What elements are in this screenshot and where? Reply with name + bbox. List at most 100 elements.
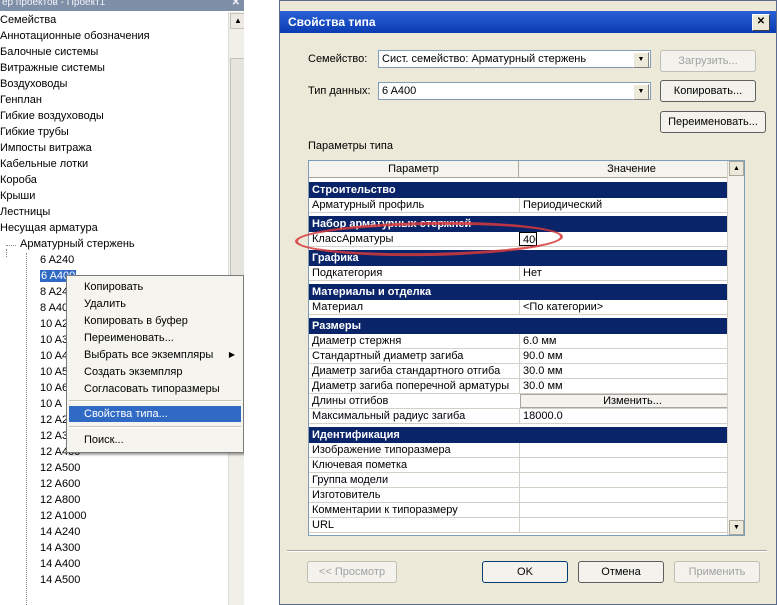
close-icon[interactable]: ✕	[752, 14, 770, 31]
scroll-up-icon[interactable]: ▲	[729, 161, 744, 176]
family-label: Семейство:	[308, 53, 368, 65]
param-row[interactable]: URL	[309, 518, 744, 533]
group-identification[interactable]: Идентификация⌃	[309, 427, 744, 443]
group-graphics[interactable]: Графика⌃	[309, 250, 744, 266]
tree-item[interactable]: 10 A3	[40, 332, 68, 348]
preview-button[interactable]: << Просмотр	[307, 561, 397, 583]
tree-item[interactable]: Несущая арматура	[0, 220, 98, 236]
tree-item[interactable]: 12 A1000	[40, 508, 87, 524]
cancel-button[interactable]: Отмена	[578, 561, 664, 583]
menu-separator	[69, 426, 241, 428]
param-row[interactable]: Длины отгибов Изменить...	[309, 394, 744, 409]
dialog-title: Свойства типа	[288, 15, 376, 29]
apply-button[interactable]: Применить	[674, 561, 760, 583]
group-dimensions[interactable]: Размеры⌃	[309, 318, 744, 334]
type-parameters-grid: Параметр Значение Строительство⌃ Арматур…	[308, 160, 745, 536]
param-row[interactable]: Изображение типоразмера	[309, 443, 744, 458]
menu-item-copy-clipboard[interactable]: Копировать в буфер	[69, 313, 241, 329]
tree-item[interactable]: 10 A2	[40, 316, 68, 332]
menu-item-search[interactable]: Поиск...	[69, 432, 241, 448]
copy-button[interactable]: Копировать...	[660, 80, 756, 102]
tree-item[interactable]: Гибкие трубы	[0, 124, 69, 140]
load-button[interactable]: Загрузить...	[660, 50, 756, 72]
tree-item[interactable]: 12 A600	[40, 476, 80, 492]
submenu-arrow-icon: ▶	[228, 350, 235, 359]
menu-item-copy[interactable]: Копировать	[69, 279, 241, 295]
menu-item-delete[interactable]: Удалить	[69, 296, 241, 312]
tree-item[interactable]: Гибкие воздуховоды	[0, 108, 104, 124]
param-row[interactable]: Диаметр загиба поперечной арматуры 30.0 м…	[309, 379, 744, 394]
browser-title-bar: ер проектов - Проект1 ✕	[0, 0, 244, 11]
tree-item[interactable]: 12 A2	[40, 412, 68, 428]
tree-item[interactable]: Крыши	[0, 188, 35, 204]
dialog-title-bar: Свойства типа ✕	[280, 11, 776, 33]
group-rebar-set[interactable]: Набор арматурных стержней⌃	[309, 216, 744, 232]
param-row[interactable]: Диаметр загиба стандартного отгиба 30.0 м…	[309, 364, 744, 379]
scroll-thumb[interactable]	[230, 58, 245, 310]
tree-item[interactable]: 14 A240	[40, 524, 80, 540]
tree-item[interactable]: 8 A40	[40, 300, 68, 316]
params-label: Параметры типа	[308, 140, 393, 152]
tree-item[interactable]: 14 A300	[40, 540, 80, 556]
tree-item[interactable]: Арматурный стержень	[0, 236, 135, 252]
grid-scrollbar[interactable]: ▲ ▼	[727, 161, 744, 535]
param-row[interactable]: Группа модели	[309, 473, 744, 488]
rebar-class-input[interactable]: 400	[519, 232, 537, 246]
tree-item[interactable]: 8 A24	[40, 284, 68, 300]
tree-item[interactable]: Импосты витража	[0, 140, 92, 156]
param-row[interactable]: Арматурный профиль Периодический	[309, 198, 744, 213]
panel-gap	[244, 0, 250, 605]
close-icon[interactable]: ✕	[232, 0, 240, 8]
type-label: Тип данных:	[308, 85, 371, 97]
dialog-frame	[280, 1, 776, 11]
tree-item[interactable]: 14 A500	[40, 572, 80, 588]
group-materials[interactable]: Материалы и отделка⌃	[309, 284, 744, 300]
tree-item[interactable]: 14 A400	[40, 556, 80, 572]
tree-item[interactable]: 6 A240	[40, 252, 74, 268]
menu-item-select-all[interactable]: Выбрать все экземпляры ▶	[69, 347, 241, 363]
tree-item[interactable]: 12 A800	[40, 492, 80, 508]
tree-item[interactable]: Семейства	[0, 12, 56, 28]
menu-item-type-properties[interactable]: Свойства типа...	[69, 406, 241, 422]
tree-item[interactable]: Аннотационные обозначения	[0, 28, 150, 44]
tree-item[interactable]: Генплан	[0, 92, 42, 108]
tree-item[interactable]: 10 A	[40, 396, 62, 412]
browser-title: ер проектов - Проект1	[2, 0, 106, 8]
param-row[interactable]: Стандартный диаметр загиба 90.0 мм	[309, 349, 744, 364]
tree-item[interactable]: 12 A500	[40, 460, 80, 476]
tree-item[interactable]: Короба	[0, 172, 37, 188]
menu-item-match-types[interactable]: Согласовать типоразмеры	[69, 381, 241, 397]
tree-item[interactable]: Кабельные лотки	[0, 156, 88, 172]
param-row[interactable]: Ключевая пометка	[309, 458, 744, 473]
col-header-param[interactable]: Параметр	[309, 161, 519, 178]
ok-button[interactable]: OK	[482, 561, 568, 583]
tree-item[interactable]: Балочные системы	[0, 44, 98, 60]
col-header-value[interactable]: Значение	[519, 161, 744, 178]
tree-item[interactable]: Витражные системы	[0, 60, 105, 76]
param-row-rebar-class[interactable]: КлассАрматуры400▲▼	[309, 232, 744, 247]
tree-item[interactable]: 10 A4	[40, 348, 68, 364]
family-select[interactable]: Сист. семейство: Арматурный стержень ▼	[378, 50, 651, 68]
tree-item[interactable]: 10 A5	[40, 364, 68, 380]
edit-hook-lengths-button[interactable]: Изменить...	[520, 394, 744, 408]
param-row[interactable]: Диаметр стержня 6.0 мм	[309, 334, 744, 349]
dropdown-arrow-icon[interactable]: ▼	[633, 84, 649, 100]
scroll-down-icon[interactable]: ▼	[729, 520, 744, 535]
tree-item[interactable]: Воздуховоды	[0, 76, 67, 92]
menu-item-rename[interactable]: Переименовать...	[69, 330, 241, 346]
dropdown-arrow-icon[interactable]: ▼	[633, 52, 649, 68]
tree-line	[26, 253, 27, 605]
group-construction[interactable]: Строительство⌃	[309, 182, 744, 198]
param-row[interactable]: Подкатегория Нет	[309, 266, 744, 281]
param-row[interactable]: Материал <По категории>	[309, 300, 744, 315]
rename-button[interactable]: Переименовать...	[660, 111, 766, 133]
type-select[interactable]: 6 A400 ▼	[378, 82, 651, 100]
menu-item-create-instance[interactable]: Создать экземпляр	[69, 364, 241, 380]
menu-separator	[69, 400, 241, 402]
param-row[interactable]: Комментарии к типоразмеру	[309, 503, 744, 518]
param-row[interactable]: Изготовитель	[309, 488, 744, 503]
grid-header: Параметр Значение	[309, 161, 744, 178]
tree-item[interactable]: Лестницы	[0, 204, 50, 220]
param-row[interactable]: Максимальный радиус загиба 18000.0	[309, 409, 744, 424]
tree-item[interactable]: 10 A6	[40, 380, 68, 396]
